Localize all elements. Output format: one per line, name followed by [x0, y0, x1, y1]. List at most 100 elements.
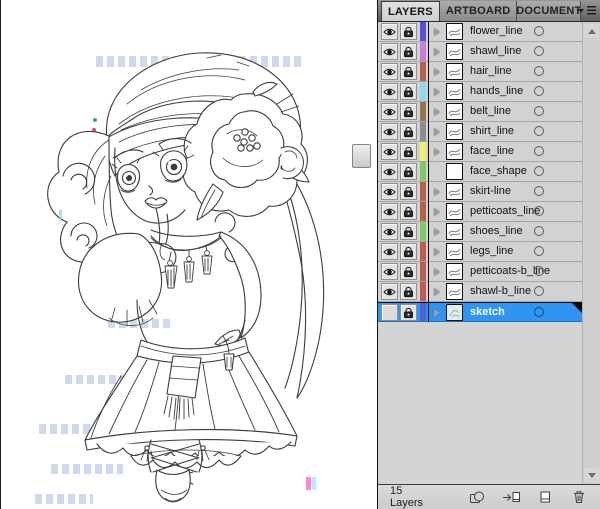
layer-thumbnail[interactable] [446, 163, 463, 180]
layer-row[interactable]: face_line [378, 142, 582, 162]
layer-thumbnail[interactable] [446, 223, 463, 240]
layer-name[interactable]: hair_line [470, 62, 512, 81]
layer-row[interactable]: petticoats_line [378, 202, 582, 222]
layer-thumbnail[interactable] [446, 203, 463, 220]
expand-triangle-icon[interactable] [434, 28, 440, 36]
layer-row[interactable]: belt_line [378, 102, 582, 122]
layer-row[interactable]: legs_line [378, 242, 582, 262]
visibility-toggle[interactable] [381, 143, 398, 160]
layer-name[interactable]: face_shape [470, 162, 527, 181]
panel-menu-icon[interactable] [578, 5, 596, 17]
target-circle[interactable] [534, 106, 544, 116]
visibility-toggle[interactable] [381, 163, 398, 180]
layer-row[interactable]: flower_line [378, 22, 582, 42]
delete-selection-button[interactable] [566, 488, 592, 506]
target-circle[interactable] [534, 126, 544, 136]
scroll-up-button[interactable] [584, 24, 599, 38]
layer-row[interactable]: shawl-b_line [378, 282, 582, 302]
expand-triangle-icon[interactable] [434, 228, 440, 236]
target-circle[interactable] [534, 307, 544, 317]
expand-triangle-icon[interactable] [434, 248, 440, 256]
layer-name[interactable]: sketch [470, 303, 505, 322]
visibility-toggle[interactable] [381, 263, 398, 280]
layer-row[interactable]: skirt-line [378, 182, 582, 202]
make-clipping-mask-button[interactable] [464, 488, 490, 506]
expand-triangle-icon[interactable] [434, 48, 440, 56]
visibility-toggle[interactable] [381, 63, 398, 80]
layer-row[interactable]: shirt_line [378, 122, 582, 142]
target-circle[interactable] [534, 286, 544, 296]
expand-triangle-icon[interactable] [434, 88, 440, 96]
lock-toggle[interactable] [400, 203, 417, 220]
layer-name[interactable]: shirt_line [470, 122, 514, 141]
layer-thumbnail[interactable] [446, 63, 463, 80]
layer-thumbnail[interactable] [446, 183, 463, 200]
layer-name[interactable]: skirt-line [470, 182, 511, 201]
lock-toggle[interactable] [400, 23, 417, 40]
lock-toggle[interactable] [400, 63, 417, 80]
layer-thumbnail[interactable] [446, 304, 463, 321]
layer-thumbnail[interactable] [446, 103, 463, 120]
layer-row[interactable]: shawl_line [378, 42, 582, 62]
lock-toggle[interactable] [400, 183, 417, 200]
layer-row[interactable]: sketch [378, 302, 582, 322]
lock-toggle[interactable] [400, 243, 417, 260]
visibility-toggle[interactable] [381, 43, 398, 60]
layer-name[interactable]: legs_line [470, 242, 513, 261]
target-circle[interactable] [534, 66, 544, 76]
layer-thumbnail[interactable] [446, 243, 463, 260]
layer-thumbnail[interactable] [446, 143, 463, 160]
artboard-canvas[interactable] [0, 0, 377, 509]
layer-name[interactable]: petticoats_line [470, 202, 540, 221]
layer-thumbnail[interactable] [446, 263, 463, 280]
scroll-down-button[interactable] [584, 468, 599, 482]
layer-name[interactable]: flower_line [470, 22, 523, 41]
lock-toggle[interactable] [400, 43, 417, 60]
visibility-toggle[interactable] [381, 203, 398, 220]
tab-artboard[interactable]: ARTBOARD [439, 1, 518, 21]
lock-toggle[interactable] [400, 143, 417, 160]
layer-thumbnail[interactable] [446, 83, 463, 100]
expand-triangle-icon[interactable] [434, 309, 440, 317]
layers-scrollbar[interactable] [582, 22, 600, 484]
expand-triangle-icon[interactable] [434, 128, 440, 136]
visibility-toggle[interactable] [381, 103, 398, 120]
target-circle[interactable] [534, 166, 544, 176]
tab-document[interactable]: DOCUMENT [517, 1, 582, 21]
lock-toggle[interactable] [400, 223, 417, 240]
layer-row[interactable]: petticoats-b_line [378, 262, 582, 282]
target-circle[interactable] [534, 186, 544, 196]
expand-triangle-icon[interactable] [434, 68, 440, 76]
layer-name[interactable]: shawl_line [470, 42, 521, 61]
target-circle[interactable] [534, 266, 544, 276]
lock-toggle[interactable] [400, 163, 417, 180]
create-new-sublayer-button[interactable] [498, 488, 524, 506]
lock-toggle[interactable] [400, 103, 417, 120]
visibility-toggle[interactable] [381, 243, 398, 260]
layer-name[interactable]: shoes_line [470, 222, 523, 241]
target-circle[interactable] [534, 146, 544, 156]
target-circle[interactable] [534, 26, 544, 36]
layer-row[interactable]: shoes_line [378, 222, 582, 242]
target-circle[interactable] [534, 226, 544, 236]
target-circle[interactable] [534, 246, 544, 256]
layer-thumbnail[interactable] [446, 283, 463, 300]
lock-toggle[interactable] [400, 83, 417, 100]
lock-toggle[interactable] [400, 283, 417, 300]
target-circle[interactable] [534, 46, 544, 56]
target-circle[interactable] [534, 206, 544, 216]
visibility-toggle[interactable] [381, 83, 398, 100]
visibility-toggle[interactable] [381, 223, 398, 240]
layer-row[interactable]: hair_line [378, 62, 582, 82]
expand-triangle-icon[interactable] [434, 108, 440, 116]
lock-toggle[interactable] [400, 123, 417, 140]
visibility-toggle[interactable] [381, 123, 398, 140]
layer-name[interactable]: belt_line [470, 102, 511, 121]
layer-thumbnail[interactable] [446, 23, 463, 40]
lock-toggle[interactable] [400, 304, 417, 321]
expand-triangle-icon[interactable] [434, 148, 440, 156]
visibility-toggle[interactable] [381, 23, 398, 40]
visibility-toggle[interactable] [381, 283, 398, 300]
expand-triangle-icon[interactable] [434, 268, 440, 276]
layer-row[interactable]: face_shape [378, 162, 582, 182]
